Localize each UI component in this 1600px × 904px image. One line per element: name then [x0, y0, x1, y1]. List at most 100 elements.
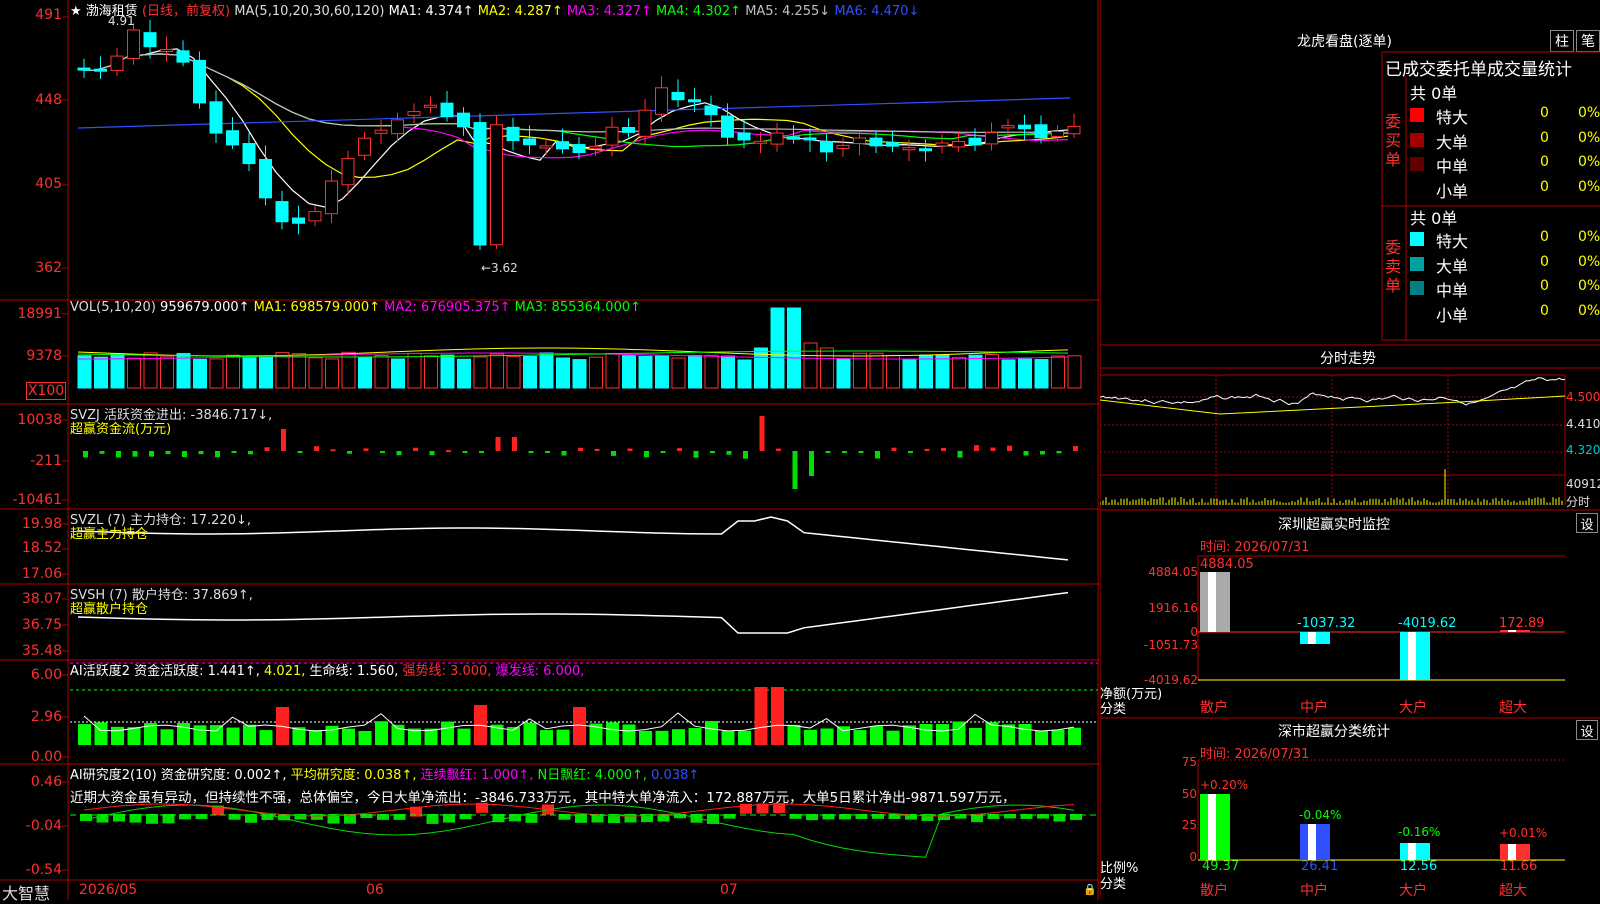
svzj-bar-49 [891, 447, 897, 451]
ai-bar-35 [655, 730, 669, 745]
buy-row-swatch-1 [1410, 132, 1424, 147]
monitor-bar-medium [1300, 632, 1330, 644]
volume-bar-17 [358, 356, 372, 389]
ai-bar-17 [358, 730, 372, 745]
svzj-bar-13 [297, 451, 303, 453]
class-cat-large: 大户 [1399, 883, 1427, 899]
candle-body-27 [523, 138, 536, 146]
buy-row-count-2: 0 [1540, 154, 1549, 170]
price-axis-491: 491 [35, 7, 62, 23]
candle-body-54 [968, 137, 982, 146]
volume-bar-1 [94, 356, 108, 389]
price-header: ★ 渤海租赁 (日线，前复权) MA(5,10,20,30,60,120) MA… [70, 0, 919, 19]
monitor-settings-button[interactable]: 设 [1576, 513, 1598, 533]
svzj-bar-32 [611, 451, 616, 456]
price-ma-line-1 [77, 48, 1069, 208]
candle-body-49 [886, 142, 899, 147]
ma2-value: MA2: 4.287↑ [477, 4, 563, 19]
candle-body-32 [605, 126, 619, 146]
candle-body-28 [539, 145, 553, 149]
candle-body-51 [919, 148, 932, 152]
brand-label[interactable]: 大智慧 [2, 880, 50, 904]
monitor-value-large: -4019.62 [1398, 616, 1457, 631]
chart-mode[interactable]: (日线，前复权) [142, 4, 230, 19]
volume-bar-49 [886, 354, 900, 389]
svzj-axis-mid: -211 [30, 453, 62, 469]
svzj-bar-12 [281, 429, 286, 451]
svzj-bar-31 [594, 448, 600, 451]
buy-row-name-1: 大单 [1436, 132, 1469, 152]
volume-bar-26 [506, 355, 521, 389]
volume-bar-31 [589, 356, 603, 389]
volume-bar-58 [1034, 359, 1049, 389]
volume-bar-57 [1018, 358, 1032, 389]
volume-bar-12 [275, 352, 290, 389]
svzj-bar-56 [1007, 445, 1012, 451]
ai-bar-5 [160, 729, 174, 745]
candle-body-12 [275, 201, 289, 223]
ma-label: MA(5,10,20,30,60,120) [234, 4, 385, 19]
sell-row-swatch-3 [1410, 305, 1424, 320]
ai-bar-1 [94, 722, 108, 745]
class-bar-retail [1200, 794, 1230, 860]
candle-body-5 [160, 48, 173, 52]
class-bar-medium [1300, 824, 1330, 860]
svzj-bar-59 [1056, 451, 1062, 454]
lock-icon[interactable]: 🔒 [1083, 883, 1097, 896]
ai2-red-streak: 连续飘红: 1.000↑, [420, 768, 534, 783]
vol-name: VOL(5,10,20) [70, 300, 156, 315]
candle-body-8 [209, 101, 223, 134]
favorite-star-icon[interactable]: ★ [70, 4, 82, 19]
svzj-bar-23 [462, 451, 468, 453]
intraday-avg-line [1100, 395, 1566, 415]
svzj-bar-35 [660, 451, 666, 453]
candle-body-36 [671, 91, 685, 101]
svzj-bar-27 [528, 451, 534, 453]
intraday-axis-4410: 4.410 [1566, 417, 1600, 431]
ma4-value: MA4: 4.302↑ [656, 4, 742, 19]
buy-row-swatch-0 [1410, 108, 1424, 122]
candle-body-56 [1001, 125, 1015, 129]
volume-bar-45 [820, 347, 834, 389]
svzj-bar-30 [578, 447, 583, 451]
ai-bar-18 [375, 721, 388, 745]
buy-row-pct-3: 0% [1578, 178, 1600, 195]
ai-axis-bot: 0.00 [30, 749, 62, 765]
candle-body-2 [110, 55, 124, 71]
class-change-super: +0.01% [1499, 826, 1548, 840]
candle-body-14 [308, 211, 322, 222]
sell-group-label: 委卖单 [1385, 238, 1407, 295]
buy-row-count-1: 0 [1540, 129, 1549, 146]
candle-body-40 [737, 132, 751, 141]
candle-body-23 [457, 112, 470, 128]
order-stats-tabs[interactable]: 已成交委托单成交量统计 [1385, 55, 1572, 80]
trade-mode-button[interactable]: 笔 [1576, 30, 1600, 52]
volume-bar-10 [242, 357, 257, 389]
volume-bar-39 [721, 355, 735, 389]
sell-row-pct-2: 0% [1578, 278, 1600, 294]
ai-bar-42 [771, 687, 784, 745]
buy-row-name-0: 特大 [1436, 108, 1469, 127]
ai2-axis-bot: -0.54 [25, 862, 62, 878]
volume-bar-23 [457, 358, 471, 389]
candle-body-19 [391, 119, 404, 135]
svzj-subtitle: 超赢资金流(万元) [70, 422, 172, 437]
sell-row-count-0: 0 [1540, 229, 1549, 245]
intraday-axis-4320: 4.320 [1566, 443, 1600, 457]
monitor-bar-large-shine [1408, 632, 1416, 680]
ai-bar-10 [243, 724, 256, 745]
ai-bar-0 [78, 724, 91, 745]
monitor-axis-label2: 分类 [1100, 702, 1127, 717]
ai-bar-51 [919, 723, 933, 745]
candle-body-16 [341, 158, 355, 186]
class-bar-large-shine [1408, 843, 1416, 860]
candle-body-4 [143, 32, 157, 48]
volume-bar-11 [259, 356, 273, 389]
vol-axis-unit[interactable]: X100 [26, 382, 66, 400]
class-settings-button[interactable]: 设 [1576, 720, 1598, 740]
svzj-bar-58 [1040, 451, 1045, 455]
ai-bar-11 [259, 730, 273, 745]
buy-row-pct-1: 0% [1578, 129, 1600, 146]
class-bar-super [1500, 844, 1530, 860]
column-mode-button[interactable]: 柱 [1550, 30, 1574, 52]
